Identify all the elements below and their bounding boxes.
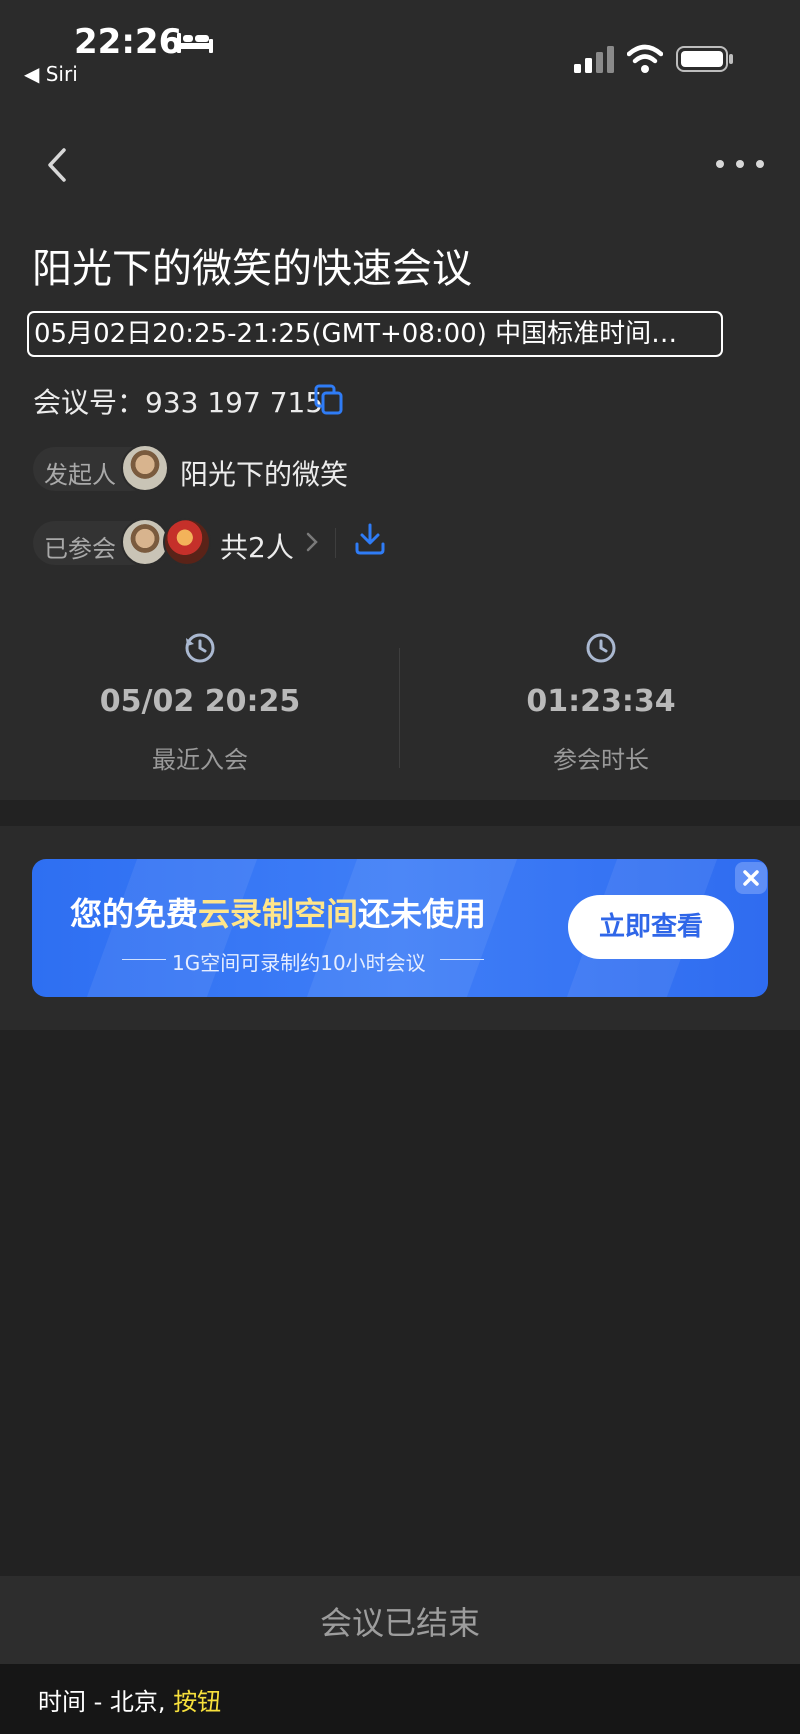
status-time: 22:26	[74, 22, 183, 62]
clock-icon	[586, 633, 616, 663]
bed-icon	[177, 33, 213, 53]
back-to-app-link[interactable]: ◀ Siri	[24, 62, 78, 86]
status-bar: 22:26 ◀ Siri	[0, 0, 800, 96]
last-join-label: 最近入会	[152, 746, 248, 774]
wifi-icon	[627, 44, 663, 73]
banner-title-highlight: 云录制空间	[198, 895, 359, 933]
stats-divider	[399, 648, 400, 768]
participant-avatar-2[interactable]	[163, 518, 211, 566]
banner-close-button[interactable]	[735, 862, 767, 894]
voiceover-role: 按钮	[173, 1688, 222, 1716]
voiceover-caption: 时间 - 北京, 按钮	[38, 1688, 222, 1716]
host-label: 发起人	[44, 461, 116, 489]
duration-value: 01:23:34	[526, 684, 676, 719]
banner-subtitle: 1G空间可录制约10小时会议	[172, 951, 426, 975]
meeting-id-value: 933 197 715	[145, 386, 324, 419]
view-now-button[interactable]: 立即查看	[568, 895, 734, 959]
voiceover-caption-bar: 时间 - 北京, 按钮	[0, 1664, 800, 1734]
row-divider	[335, 528, 336, 558]
meeting-ended-text: 会议已结束	[319, 1604, 480, 1642]
chevron-left-icon[interactable]	[40, 142, 80, 188]
meeting-title: 阳光下的微笑的快速会议	[32, 246, 472, 292]
meeting-time-range[interactable]: 05月02日20:25-21:25(GMT+08:00) 中国标准时间…	[27, 311, 723, 357]
last-join-value: 05/02 20:25	[99, 684, 301, 719]
host-avatar[interactable]	[121, 444, 169, 492]
host-name: 阳光下的微笑	[180, 458, 349, 491]
history-clock-icon	[185, 633, 215, 663]
copy-icon[interactable]	[314, 384, 344, 416]
meeting-ended-bar: 会议已结束	[0, 1576, 800, 1664]
promo-section: 您的免费云录制空间还未使用 1G空间可录制约10小时会议 立即查看	[0, 826, 800, 1030]
battery-icon	[676, 46, 733, 72]
download-icon[interactable]	[353, 522, 387, 556]
meeting-id-label: 会议号：	[33, 386, 146, 419]
participants-label: 已参会	[44, 535, 116, 563]
banner-title: 您的免费云录制空间还未使用	[70, 895, 487, 933]
nav-bar	[0, 130, 800, 200]
signal-icon	[574, 46, 614, 73]
chevron-right-icon[interactable]	[304, 530, 320, 554]
more-dots-icon[interactable]	[712, 152, 768, 176]
participants-count[interactable]: 共2人	[220, 526, 294, 566]
cloud-recording-banner[interactable]: 您的免费云录制空间还未使用 1G空间可录制约10小时会议 立即查看	[32, 859, 768, 997]
close-icon	[743, 870, 759, 886]
duration-label: 参会时长	[553, 746, 649, 774]
meeting-id-row: 会议号：933 197 715	[33, 381, 323, 421]
participant-avatar-1[interactable]	[121, 518, 169, 566]
